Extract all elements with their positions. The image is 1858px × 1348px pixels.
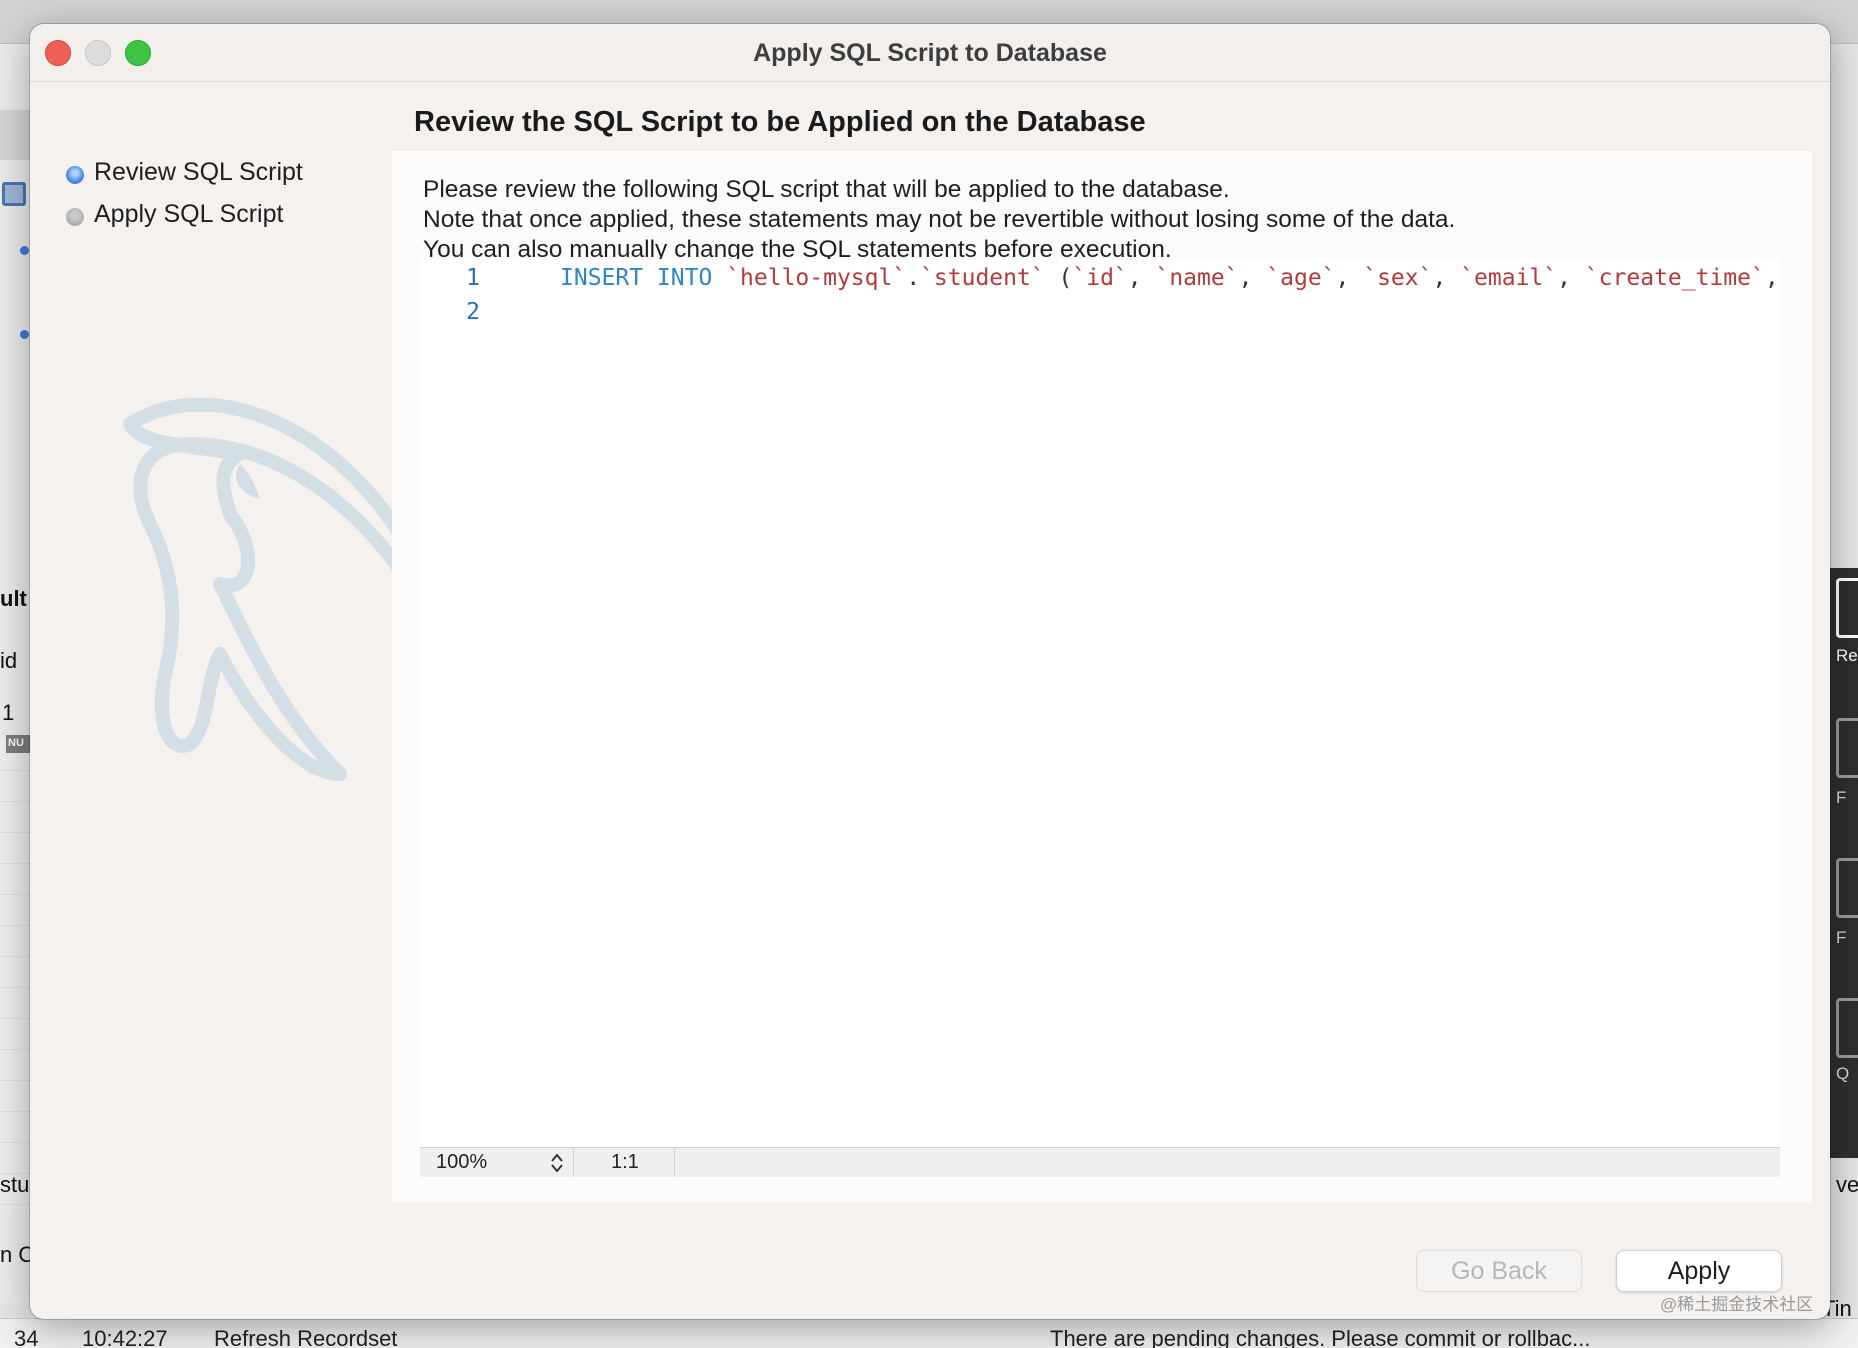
log-row-time: 10:42:27 — [82, 1326, 168, 1348]
zoom-stepper[interactable]: 100% — [420, 1148, 574, 1177]
apply-sql-dialog: Apply SQL Script to Database Review SQL … — [30, 24, 1830, 1319]
code-token: . — [906, 265, 921, 291]
step-apply-sql-script: Apply SQL Script — [66, 196, 346, 236]
bullet-icon — [20, 330, 29, 339]
bullet-icon — [20, 246, 29, 255]
cursor-position: 1:1 — [575, 1148, 675, 1177]
column-header-id: id — [0, 648, 18, 673]
line-number: 2 — [466, 299, 480, 325]
code-token: , — [1335, 265, 1364, 291]
save-icon[interactable] — [2, 182, 26, 206]
null-badge: NU — [6, 735, 30, 753]
stepper-arrows-icon[interactable] — [548, 1151, 566, 1175]
log-row-number: 34 — [14, 1326, 39, 1348]
cursor-position-value: 1:1 — [611, 1151, 639, 1173]
log-row-action: Refresh Recordset — [214, 1326, 398, 1348]
code-token: `id` — [1072, 265, 1128, 291]
code-token: `student` — [920, 265, 1045, 291]
code-token: `name` — [1155, 265, 1239, 291]
description-line: Note that once applied, these statements… — [423, 206, 1456, 233]
description-line: Please review the following SQL script t… — [423, 176, 1230, 203]
step-pending-bullet-icon — [66, 208, 84, 226]
log-row-message: There are pending changes. Please commit… — [1050, 1326, 1591, 1348]
page-title: Review the SQL Script to be Applied on t… — [414, 106, 1146, 138]
code-token: , — [1557, 265, 1585, 291]
code-token: , — [1764, 265, 1779, 291]
step-label: Review SQL Script — [94, 158, 303, 186]
line-number: 1 — [466, 265, 480, 291]
field-types-icon[interactable] — [1836, 858, 1858, 918]
code-line: 1 INSERT INTO `hello-mysql`.`student` (`… — [420, 259, 1780, 297]
code-token: , — [1127, 265, 1156, 291]
code-token: , — [1432, 265, 1461, 291]
site-watermark: @稀土掘金技术社区 — [1660, 1295, 1814, 1314]
editor-status-bar: 100% 1:1 — [420, 1147, 1780, 1177]
code-text[interactable]: INSERT INTO `hello-mysql`.`student` (`id… — [560, 259, 1780, 297]
code-token: , — [1238, 265, 1267, 291]
code-token: `create_time` — [1584, 265, 1765, 291]
step-review-sql-script: Review SQL Script — [66, 154, 346, 194]
grid-cell: 1 — [2, 700, 15, 725]
result-grid-label: ult — [0, 586, 27, 611]
code-token: ( — [1044, 265, 1073, 291]
tab-label: stu — [0, 1172, 30, 1197]
code-token: `sex` — [1363, 265, 1433, 291]
query-stats-icon[interactable] — [1836, 998, 1858, 1058]
sql-editor[interactable]: 1 INSERT INTO `hello-mysql`.`student` (`… — [420, 259, 1780, 1177]
sidebar-label: Q — [1836, 1064, 1850, 1083]
code-token: `age` — [1266, 265, 1336, 291]
result-grid-icon[interactable] — [1836, 578, 1858, 638]
apply-button[interactable]: Apply — [1616, 1250, 1782, 1292]
step-active-bullet-icon — [66, 166, 84, 184]
right-sidebar: Re F F Q — [1830, 568, 1858, 1158]
code-token: `hello-mysql` — [726, 265, 907, 291]
background-grid-rows — [0, 740, 30, 1210]
description-text: Please review the following SQL script t… — [423, 175, 1455, 265]
code-token: `email` — [1460, 265, 1558, 291]
sidebar-label: F — [1836, 788, 1847, 807]
sidebar-label: Re — [1836, 646, 1858, 665]
zoom-value: 100% — [436, 1151, 488, 1173]
sidebar-label: F — [1836, 928, 1847, 947]
dialog-title: Apply SQL Script to Database — [753, 39, 1107, 67]
step-label: Apply SQL Script — [94, 200, 284, 228]
background-tab-strip — [0, 110, 30, 160]
form-editor-icon[interactable] — [1836, 718, 1858, 778]
code-token: INSERT INTO — [560, 265, 713, 291]
code-line: 2 — [420, 293, 1780, 331]
go-back-button[interactable]: Go Back — [1416, 1250, 1582, 1292]
content-panel: Please review the following SQL script t… — [392, 151, 1812, 1203]
tab-label: ver — [1836, 1172, 1858, 1197]
title-bar: Apply SQL Script to Database — [30, 24, 1830, 82]
